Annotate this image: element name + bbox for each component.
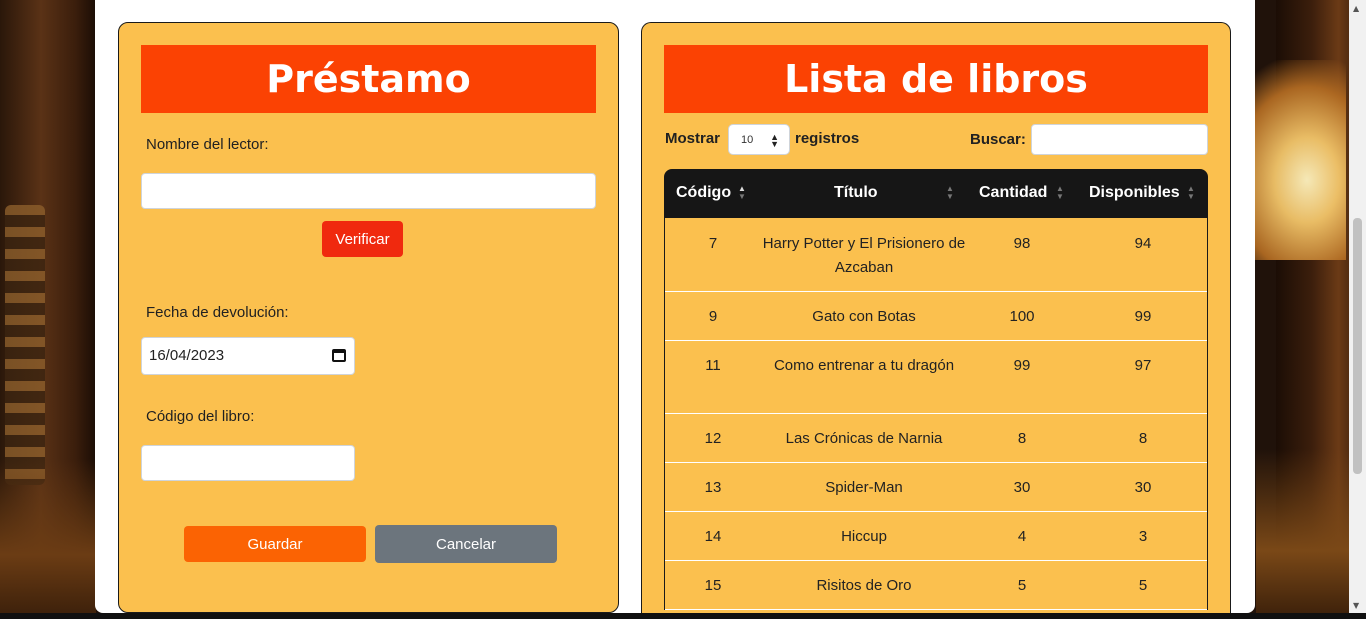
table-row[interactable]: 9 Gato con Botas 100 99 <box>665 292 1207 341</box>
cell-available: 99 <box>1134 308 1152 325</box>
table-row[interactable]: 14 Hiccup 4 3 <box>665 512 1207 561</box>
scroll-down-icon[interactable]: ▼ <box>1353 601 1359 610</box>
return-date-value: 16/04/2023 <box>149 347 225 364</box>
cell-quantity: 99 <box>1013 357 1031 374</box>
cell-title: Risitos de Oro <box>816 577 912 594</box>
book-code-input[interactable] <box>141 445 355 481</box>
column-header-available[interactable]: Disponibles <box>1089 184 1180 202</box>
book-code-label: Código del libro: <box>146 408 255 425</box>
page-size-value: 10 <box>741 134 754 146</box>
column-header-title[interactable]: Título <box>834 184 878 202</box>
sort-asc-icon[interactable]: ▲ ▼ <box>738 185 746 201</box>
cell-quantity: 98 <box>1013 235 1031 252</box>
page-size-select[interactable]: 10 ▲ ▼ <box>728 124 790 155</box>
sort-icon[interactable]: ▲ ▼ <box>1056 185 1064 201</box>
cell-title: Spider-Man <box>825 479 903 496</box>
book-list-title: Lista de libros <box>664 45 1208 113</box>
cell-quantity: 5 <box>1017 577 1027 594</box>
cell-title: Gato con Botas <box>812 308 916 325</box>
cell-quantity: 30 <box>1013 479 1031 496</box>
table-body: 7 Harry Potter y El Prisionero de Azcaba… <box>664 218 1208 610</box>
reader-name-label: Nombre del lector: <box>146 136 269 153</box>
cell-code: 15 <box>704 577 722 594</box>
cell-code: 9 <box>708 308 718 325</box>
background-decoration <box>5 205 45 485</box>
cell-quantity: 4 <box>1017 528 1027 545</box>
sort-icon[interactable]: ▲ ▼ <box>1187 185 1195 201</box>
cell-title: Harry Potter y El Prisionero de Azcaban <box>762 235 966 276</box>
return-date-input[interactable]: 16/04/2023 <box>141 337 355 375</box>
table-row[interactable]: 13 Spider-Man 30 30 <box>665 463 1207 512</box>
cell-quantity: 8 <box>1017 430 1027 447</box>
records-label: registros <box>795 130 860 147</box>
search-input[interactable] <box>1031 124 1208 155</box>
cancel-button[interactable]: Cancelar <box>375 525 557 563</box>
cell-title: Las Crónicas de Narnia <box>785 430 943 447</box>
table-header: Código ▲ ▼ Título ▲ ▼ Cantidad ▲ ▼ Disponib… <box>664 169 1208 218</box>
cell-code: 12 <box>704 430 722 447</box>
cell-available: 5 <box>1138 577 1148 594</box>
cell-title: Hiccup <box>841 528 887 545</box>
background-floor-right <box>1256 449 1352 619</box>
reader-name-input[interactable] <box>141 173 596 209</box>
select-arrows-icon: ▲ ▼ <box>770 132 779 149</box>
bottom-edge <box>0 613 1366 619</box>
column-header-quantity[interactable]: Cantidad <box>979 184 1047 202</box>
save-button[interactable]: Guardar <box>184 526 366 562</box>
cell-code: 11 <box>705 357 721 374</box>
return-date-label: Fecha de devolución: <box>146 304 289 321</box>
cell-available: 3 <box>1138 528 1148 545</box>
verify-button[interactable]: Verificar <box>322 221 403 257</box>
cell-title: Como entrenar a tu dragón <box>773 357 955 374</box>
loan-title: Préstamo <box>141 45 596 113</box>
cell-code: 7 <box>708 235 718 252</box>
table-row[interactable]: 15 Risitos de Oro 5 5 <box>665 561 1207 610</box>
cell-quantity: 100 <box>1009 308 1035 325</box>
background-floor-left <box>0 459 96 619</box>
search-label: Buscar: <box>970 131 1026 148</box>
table-row[interactable]: 11 Como entrenar a tu dragón 99 97 <box>665 341 1207 414</box>
cell-available: 8 <box>1138 430 1148 447</box>
cell-available: 94 <box>1134 235 1152 252</box>
cell-code: 13 <box>704 479 722 496</box>
table-row[interactable]: 12 Las Crónicas de Narnia 8 8 <box>665 414 1207 463</box>
scroll-up-icon[interactable]: ▲ <box>1353 4 1359 13</box>
show-label: Mostrar <box>665 130 721 147</box>
cell-available: 97 <box>1134 357 1152 374</box>
scrollbar-thumb[interactable] <box>1353 218 1362 474</box>
cell-available: 30 <box>1134 479 1152 496</box>
sort-icon[interactable]: ▲ ▼ <box>946 185 954 201</box>
column-header-code[interactable]: Código <box>676 184 731 202</box>
table-row[interactable]: 7 Harry Potter y El Prisionero de Azcaba… <box>665 218 1207 292</box>
page-scrollbar[interactable]: ▲ ▼ <box>1349 0 1366 613</box>
calendar-icon[interactable] <box>332 349 346 362</box>
cell-code: 14 <box>704 528 722 545</box>
